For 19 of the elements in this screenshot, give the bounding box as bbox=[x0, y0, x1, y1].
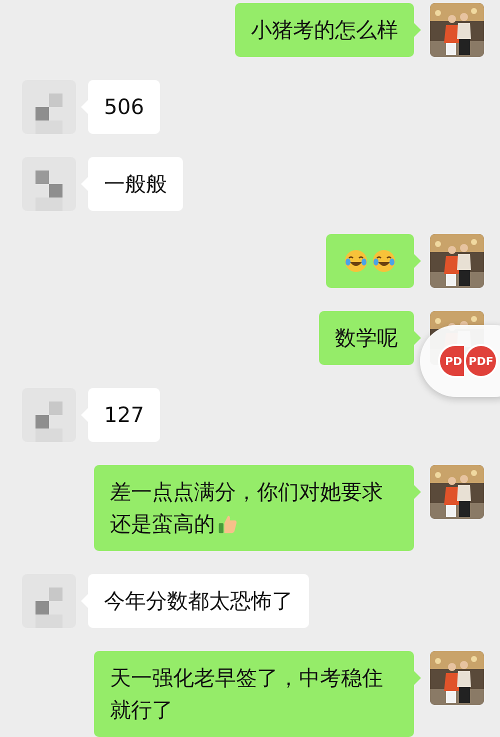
message-text: 天一强化老早签了，中考稳住就行了 bbox=[110, 665, 384, 724]
message-text: 还是蛮高的 bbox=[110, 511, 215, 538]
thumbs-up-icon bbox=[217, 513, 239, 535]
message-text: 一般般 bbox=[104, 171, 167, 198]
pixelated-avatar[interactable] bbox=[22, 388, 76, 442]
pixelated-avatar[interactable] bbox=[22, 574, 76, 628]
message-text: 小猪考的怎么样 bbox=[251, 17, 398, 44]
pixelated-avatar[interactable] bbox=[22, 80, 76, 134]
laughing-emoji-icon bbox=[344, 249, 368, 273]
message-text: 506 bbox=[104, 94, 144, 121]
message-text: 127 bbox=[104, 402, 144, 429]
pdf-badge[interactable]: PD bbox=[438, 344, 464, 378]
pdf-floating-menu[interactable]: PD PDF bbox=[420, 325, 500, 397]
message-text: 今年分数都太恐怖了 bbox=[104, 588, 293, 615]
laughing-emoji-icon bbox=[372, 249, 396, 273]
pixelated-avatar[interactable] bbox=[22, 157, 76, 211]
pdf-badge[interactable]: PDF bbox=[464, 344, 498, 378]
message-text: 差一点点满分，你们对她要求 bbox=[110, 479, 383, 506]
message-text: 数学呢 bbox=[335, 325, 398, 352]
